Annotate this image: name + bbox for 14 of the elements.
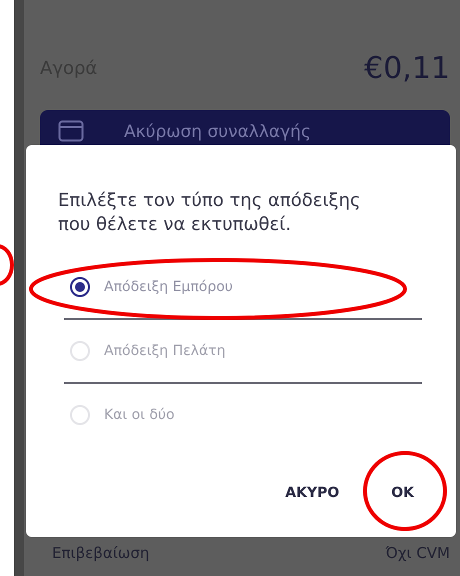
option-label: Απόδειξη Εμπόρου bbox=[104, 279, 233, 295]
dialog-message: Επιλέξτε τον τύπο της απόδειξης που θέλετε να εκτυπωθεί. bbox=[58, 189, 362, 237]
radio-option[interactable]: Και οι δύο bbox=[58, 389, 422, 441]
confirmation-value: Όχι CVM bbox=[386, 544, 450, 562]
radio-button[interactable] bbox=[70, 277, 90, 297]
option-label: Απόδειξη Πελάτη bbox=[104, 343, 226, 359]
confirmation-label: Επιβεβαίωση bbox=[52, 544, 150, 562]
option-label: Και οι δύο bbox=[104, 407, 175, 423]
dialog-button[interactable]: OK bbox=[383, 479, 422, 507]
card-icon bbox=[58, 120, 84, 142]
dialog-button[interactable]: ΑΚΥΡΟ bbox=[277, 479, 348, 507]
radio-option[interactable]: Απόδειξη Πελάτη bbox=[58, 325, 422, 377]
amount-value: €0,11 bbox=[364, 50, 450, 86]
radio-option[interactable]: Απόδειξη Εμπόρου bbox=[58, 261, 422, 313]
